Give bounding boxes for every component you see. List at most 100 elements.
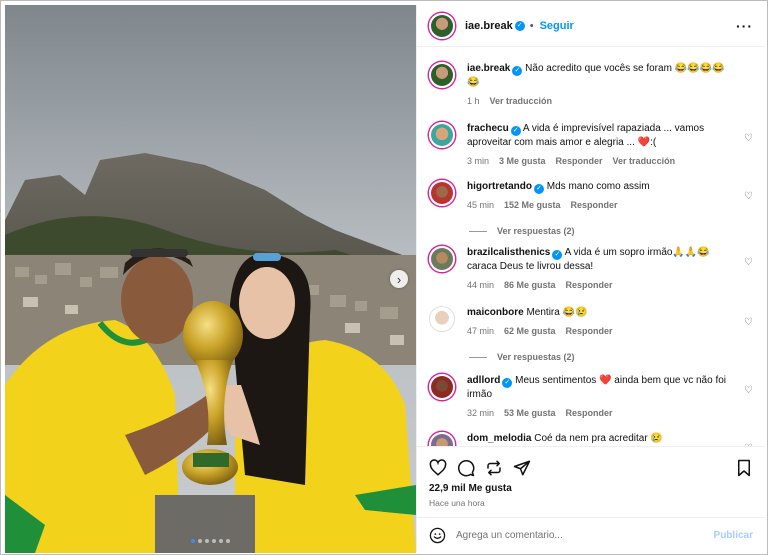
post-photo[interactable]: › xyxy=(5,5,416,553)
translate-link[interactable]: Ver traducción xyxy=(613,156,676,166)
comment-like-heart-icon[interactable]: ♡ xyxy=(744,317,753,328)
commenter-avatar[interactable] xyxy=(429,180,455,206)
carousel-dot[interactable] xyxy=(198,539,202,543)
likes-count[interactable]: 22,9 mil Me gusta xyxy=(417,479,765,494)
verified-badge-icon: ✓ xyxy=(502,378,513,388)
carousel-dot[interactable] xyxy=(205,539,209,543)
author-username[interactable]: iae.break xyxy=(465,20,513,32)
view-replies-link[interactable]: Ver respuestas (2) xyxy=(429,352,753,362)
carousel-dot[interactable] xyxy=(219,539,223,543)
comment-like-heart-icon[interactable]: ♡ xyxy=(744,385,753,396)
comment-meta: 32 min 53 Me gusta Responder xyxy=(467,406,735,420)
comment-username[interactable]: iae.break xyxy=(467,63,510,74)
author-avatar[interactable] xyxy=(429,12,455,39)
verified-badge-icon: ✓ xyxy=(510,126,521,136)
comment-meta: 47 min 62 Me gusta Responder xyxy=(467,324,623,338)
comment-time: 45 min xyxy=(467,200,495,210)
comment-text: Coé da nem pra acreditar 😢 xyxy=(534,433,663,444)
comment-like-heart-icon[interactable]: ♡ xyxy=(744,191,753,202)
comment-likes[interactable]: 53 Me gusta xyxy=(504,408,556,418)
next-slide-button[interactable]: › xyxy=(390,270,408,288)
post-timestamp[interactable]: Hace una hora xyxy=(417,494,765,508)
share-icon[interactable] xyxy=(513,459,531,477)
comment-likes[interactable]: 86 Me gusta xyxy=(504,280,556,290)
comments-list[interactable]: iae.break ✓ Não acredito que vocês se for… xyxy=(417,48,765,446)
post-side-panel: iae.break ✓ • Seguir ··· iae.break ✓ Não … xyxy=(416,5,765,553)
comment-input[interactable] xyxy=(456,529,714,541)
heart-icon[interactable] xyxy=(429,459,447,477)
comment-icon[interactable] xyxy=(457,459,475,477)
comment-username[interactable]: dom_melodia xyxy=(467,433,531,444)
photo-illustration xyxy=(5,5,416,553)
comment-body: higortretando ✓ Mds mano como assim 45 min… xyxy=(467,180,650,212)
repost-icon[interactable] xyxy=(485,459,503,477)
comment-username[interactable]: brazilcalisthenics xyxy=(467,247,550,258)
comment-likes[interactable]: 152 Me gusta xyxy=(504,200,561,210)
verified-badge-icon: ✓ xyxy=(552,250,563,260)
commenter-avatar[interactable] xyxy=(429,306,455,332)
comment-text: Mentira 😂😢 xyxy=(526,307,588,318)
comment-item: maiconbore Mentira 😂😢 47 min 62 Me gusta Re… xyxy=(429,306,753,338)
comment-likes[interactable]: 3 Me gusta xyxy=(499,156,546,166)
carousel-dot[interactable] xyxy=(212,539,216,543)
comment-time: 44 min xyxy=(467,280,495,290)
comment-meta: 3 min 3 Me gusta Responder Ver traducción xyxy=(467,154,735,168)
reply-button[interactable]: Responder xyxy=(566,326,613,336)
comment-meta: 1 h Ver traducción xyxy=(467,94,735,108)
reply-button[interactable]: Responder xyxy=(566,280,613,290)
verified-badge-icon: ✓ xyxy=(534,184,544,194)
carousel-dot[interactable] xyxy=(226,539,230,543)
comment-time: 1 h xyxy=(467,96,480,106)
reply-button[interactable]: Responder xyxy=(556,156,603,166)
instagram-post-modal: › iae.break ✓ • Seguir ··· iae.break ✓ Nã… xyxy=(0,0,768,555)
comment-time: 3 min xyxy=(467,156,490,166)
comment-item: iae.break ✓ Não acredito que vocês se for… xyxy=(429,62,753,108)
comment-username[interactable]: higortretando xyxy=(467,181,532,192)
post-header: iae.break ✓ • Seguir ··· xyxy=(417,5,765,47)
view-replies-link[interactable]: Ver respuestas (2) xyxy=(429,226,753,236)
publish-button[interactable]: Publicar xyxy=(714,530,753,541)
verified-badge-icon: ✓ xyxy=(512,66,523,76)
comment-body: dom_melodia Coé da nem pra acreditar 😢 xyxy=(467,432,663,446)
carousel-dot[interactable] xyxy=(191,539,195,543)
commenter-avatar[interactable] xyxy=(429,246,455,272)
carousel-dots xyxy=(5,539,416,543)
comment-item: brazilcalisthenics ✓ A vida é um sopro ir… xyxy=(429,246,753,292)
comment-item: dom_melodia Coé da nem pra acreditar 😢♡ xyxy=(429,432,753,446)
translate-link[interactable]: Ver traducción xyxy=(490,96,553,106)
comment-like-heart-icon[interactable]: ♡ xyxy=(744,133,753,144)
comment-meta: 45 min 152 Me gusta Responder xyxy=(467,198,650,212)
comment-username[interactable]: adllord xyxy=(467,375,500,386)
post-actions: 22,9 mil Me gusta Hace una hora Publicar xyxy=(417,446,765,552)
comment-text: Mds mano como assim xyxy=(546,181,650,192)
separator-dot: • xyxy=(529,19,534,32)
bookmark-icon[interactable] xyxy=(735,459,753,477)
comment-body: maiconbore Mentira 😂😢 47 min 62 Me gusta Re… xyxy=(467,306,623,338)
action-icons xyxy=(417,447,765,479)
comment-like-heart-icon[interactable]: ♡ xyxy=(744,257,753,268)
more-horizontal-icon[interactable]: ··· xyxy=(736,18,753,34)
comment-meta: 44 min 86 Me gusta Responder xyxy=(467,278,735,292)
emoji-icon[interactable] xyxy=(429,527,446,544)
comment-item: higortretando ✓ Mds mano como assim 45 min… xyxy=(429,180,753,212)
commenter-avatar[interactable] xyxy=(429,432,455,446)
comment-body: adllord ✓ Meus sentimentos ❤️ ainda bem q… xyxy=(467,374,735,420)
commenter-avatar[interactable] xyxy=(429,62,455,88)
comment-item: frachecu ✓ A vida é imprevisível rapaziad… xyxy=(429,122,753,168)
commenter-avatar[interactable] xyxy=(429,122,455,148)
comment-composer: Publicar xyxy=(417,517,765,552)
comment-time: 47 min xyxy=(467,326,495,336)
comment-body: iae.break ✓ Não acredito que vocês se for… xyxy=(467,62,735,108)
comment-likes[interactable]: 62 Me gusta xyxy=(504,326,556,336)
comment-body: frachecu ✓ A vida é imprevisível rapaziad… xyxy=(467,122,735,168)
comment-username[interactable]: frachecu xyxy=(467,123,509,134)
follow-button[interactable]: Seguir xyxy=(540,20,574,32)
comment-time: 32 min xyxy=(467,408,495,418)
comment-body: brazilcalisthenics ✓ A vida é um sopro ir… xyxy=(467,246,735,292)
commenter-avatar[interactable] xyxy=(429,374,455,400)
reply-button[interactable]: Responder xyxy=(566,408,613,418)
reply-button[interactable]: Responder xyxy=(571,200,618,210)
comment-username[interactable]: maiconbore xyxy=(467,307,524,318)
chevron-right-icon: › xyxy=(396,271,402,287)
verified-badge-icon: ✓ xyxy=(514,20,525,31)
